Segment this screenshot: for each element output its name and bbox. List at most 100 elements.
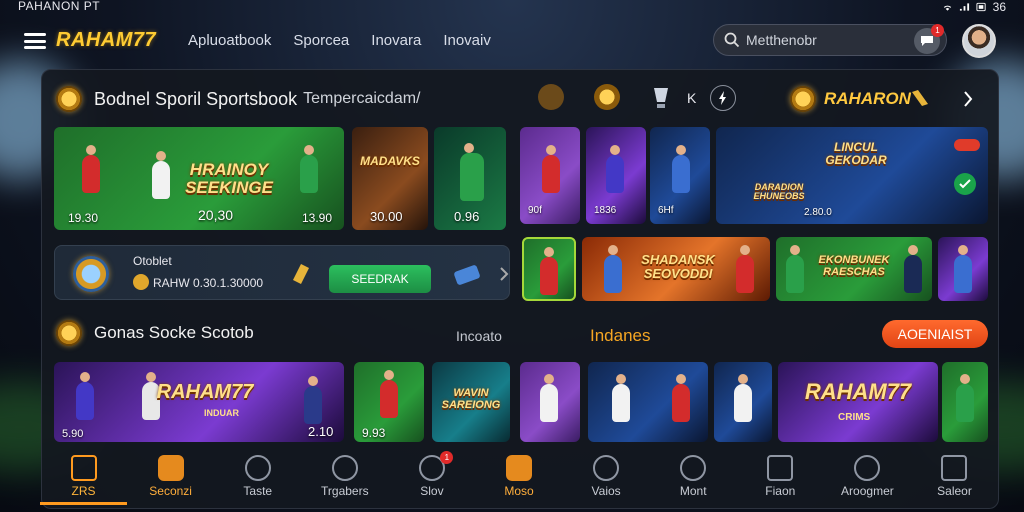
nav-links: Apluoatbook Sporcea Inovara Inovaiv: [188, 32, 513, 49]
section-title: Bodnel Sporil Sportsbook: [94, 88, 298, 109]
card-odds-right: 13.90: [302, 211, 333, 225]
battery-icon: [976, 2, 986, 12]
top-navigation: RAHAM77 Apluoatbook Sporcea Inovara Inov…: [0, 22, 1024, 60]
lightning-icon[interactable]: [710, 85, 736, 111]
nav-link-4[interactable]: Inovaiv: [443, 32, 491, 49]
brand-logo[interactable]: RAHAM77: [56, 29, 156, 52]
chevron-right-icon[interactable]: [499, 267, 509, 281]
card-odds: 30.00: [370, 209, 403, 224]
gold-bar-icon: [912, 90, 928, 106]
signal-icon: [959, 3, 969, 11]
wifi-icon: [943, 5, 951, 11]
bottom-nav-item[interactable]: Saleor: [911, 447, 998, 505]
chat-badge: 1: [931, 24, 944, 37]
featured-card-9[interactable]: WAVIN SAREIONG: [432, 362, 510, 442]
status-bar: PAHANON PT 36: [0, 0, 1024, 14]
bottom-nav-item[interactable]: Fiaon: [737, 447, 824, 505]
featured-card-1[interactable]: HRAINOY SEEKINGE 19.30 20,30 13.90: [54, 127, 344, 230]
ball-icon: [331, 455, 358, 481]
section-title: Gonas Socke Scotob: [94, 323, 254, 342]
status-bar-title: PAHANON PT: [18, 0, 101, 13]
promo-button[interactable]: SEEDRAK: [329, 265, 431, 293]
bottom-nav-item[interactable]: Seconzi: [127, 447, 214, 505]
card-title: LINCUL GEKODAR: [825, 140, 887, 167]
featured-card-7[interactable]: RAHAM77 INDUAR 5.90 2.10: [54, 362, 344, 442]
menu-icon[interactable]: [24, 33, 46, 49]
compass-icon: [593, 455, 620, 481]
featured-card-3[interactable]: 0.96: [434, 127, 506, 230]
game-card-1[interactable]: 90f: [520, 127, 580, 224]
hand-icon: [157, 455, 184, 481]
shield-icon: [56, 320, 82, 346]
featured-card-5[interactable]: SHADANSK SEOVODDI: [582, 237, 770, 301]
player-face-icon[interactable]: [538, 84, 564, 110]
game-card-4[interactable]: [522, 237, 576, 301]
avatar[interactable]: [962, 24, 996, 58]
bottom-nav-item[interactable]: Vaios: [563, 447, 650, 505]
game-card-2[interactable]: 1836: [586, 127, 646, 224]
check-icon[interactable]: [954, 173, 976, 195]
card-title: SHADANSK SEOVODDI: [641, 252, 715, 281]
card-tag: CRIMS: [838, 412, 871, 423]
featured-card-10[interactable]: RAHAM77 CRIMS: [778, 362, 938, 442]
bottom-nav-item[interactable]: Trgabers: [301, 447, 388, 505]
card-odds: 0.96: [454, 209, 480, 224]
shield-icon: [506, 455, 533, 481]
chevron-right-icon[interactable]: [962, 90, 974, 108]
section-action-button[interactable]: AOENIAIST: [882, 320, 988, 348]
featured-card-6[interactable]: EKONBUNEK RAESCHAS: [776, 237, 932, 301]
section-subtitle: Tempercaicdam/: [303, 90, 421, 107]
search-input[interactable]: [746, 32, 896, 48]
ticket-icon: [454, 265, 480, 285]
section-right-label[interactable]: Indanes: [590, 326, 651, 346]
search-bar: 1: [713, 24, 947, 56]
section-mid-label[interactable]: Incoato: [456, 328, 502, 344]
nav-link-1[interactable]: Apluoatbook: [188, 32, 271, 49]
game-card-7[interactable]: [588, 362, 708, 442]
card-odds: 2.80.0: [804, 207, 832, 218]
game-card-3[interactable]: 6Hf: [650, 127, 710, 224]
right-brand[interactable]: RAHARON: [824, 89, 911, 109]
section-header-sportsbook: Bodnel Sporil Sportsbook Tempercaicdam/: [56, 86, 421, 112]
bottom-nav-item[interactable]: Moso: [475, 447, 562, 505]
trophy-icon[interactable]: [594, 84, 620, 110]
bottom-nav-item[interactable]: Aroogmer: [824, 447, 911, 505]
promo-shield-icon: [73, 256, 109, 292]
game-card-6[interactable]: [520, 362, 580, 442]
home-icon: [70, 455, 97, 481]
bottom-nav-item[interactable]: 1 Slov: [388, 447, 475, 505]
featured-card-8[interactable]: 9.93: [354, 362, 424, 442]
game-card-9[interactable]: [942, 362, 988, 442]
card-odds-left: 19.30: [68, 211, 99, 225]
featured-card-2[interactable]: MADAVKS 30.00: [352, 127, 428, 230]
card-odds: 1836: [594, 205, 617, 216]
status-clock: 36: [992, 0, 1006, 14]
card-odds-left: 5.90: [62, 428, 84, 440]
list-icon: [941, 455, 968, 481]
promo-title: Otoblet: [133, 254, 172, 268]
bottom-nav-item[interactable]: Mont: [650, 447, 737, 505]
gold-bar-icon: [293, 264, 309, 284]
card-title: EKONBUNEK RAESCHAS: [818, 254, 890, 278]
info-icon: [244, 455, 271, 481]
brand-shield-icon: [790, 86, 816, 112]
target-icon: [680, 455, 707, 481]
card-title: WAVIN SAREIONG: [441, 387, 501, 411]
game-card-8[interactable]: [714, 362, 772, 442]
bottom-nav-item[interactable]: Taste: [214, 447, 301, 505]
shield-icon: [56, 86, 82, 112]
chat-icon: [921, 36, 933, 46]
coin-icon: [133, 274, 149, 290]
card-odds-right: 2.10: [308, 424, 334, 439]
nav-link-3[interactable]: Inovara: [371, 32, 421, 49]
bottom-nav-item[interactable]: ZRS: [40, 447, 128, 505]
card-title: HRAINOY SEEKINGE: [185, 160, 273, 197]
card-tag: INDUAR: [204, 408, 239, 418]
card-odds-mid: 20,30: [198, 207, 234, 223]
game-card-5[interactable]: [938, 237, 988, 301]
featured-card-4[interactable]: LINCUL GEKODAR DARADION EHUNEOBS 2.80.0: [716, 127, 988, 224]
cup-icon[interactable]: [650, 86, 672, 110]
bottom-navigation: ZRS Seconzi Taste Trgabers 1 Slov Moso V…: [40, 447, 998, 505]
chat-button[interactable]: 1: [914, 24, 944, 54]
nav-link-2[interactable]: Sporcea: [293, 32, 349, 49]
